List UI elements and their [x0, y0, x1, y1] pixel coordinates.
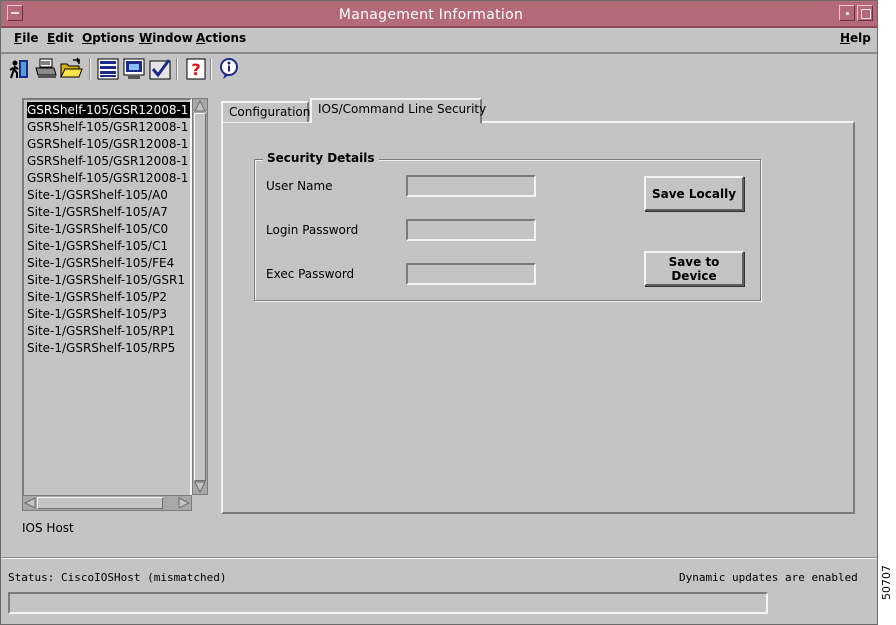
window-title: Management Information: [338, 7, 524, 23]
figure-id: 50707: [880, 565, 893, 600]
exec-password-input[interactable]: [406, 263, 536, 285]
selected-host-type-label: IOS Host: [22, 521, 74, 535]
list-item[interactable]: Site-1/GSRShelf-105/RP5: [27, 340, 190, 356]
list-item[interactable]: Site-1/GSRShelf-105/C0: [27, 221, 190, 237]
menu-edit[interactable]: Edit: [47, 31, 74, 45]
toolbar-separator: [176, 58, 178, 80]
list-item[interactable]: Site-1/GSRShelf-105/FE4: [27, 255, 190, 271]
tree-vertical-scroll-thumb[interactable]: [194, 113, 206, 481]
scroll-left-icon[interactable]: [23, 496, 37, 510]
toolbar: ?: [1, 54, 877, 86]
list-item[interactable]: GSRShelf-105/GSR12008-1: [27, 170, 190, 186]
status-separator: [1, 557, 877, 559]
maximize-button[interactable]: [857, 5, 873, 21]
login-password-input[interactable]: [406, 219, 536, 241]
list-item[interactable]: GSRShelf-105/GSR12008-1: [27, 102, 190, 118]
check-icon[interactable]: [148, 57, 172, 81]
list-item[interactable]: Site-1/GSRShelf-105/RP1: [27, 323, 190, 339]
scroll-right-icon[interactable]: [177, 496, 191, 510]
help-icon[interactable]: ?: [184, 57, 208, 81]
list-item[interactable]: GSRShelf-105/GSR12008-1: [27, 153, 190, 169]
menu-file[interactable]: File: [14, 31, 39, 45]
list-item[interactable]: Site-1/GSRShelf-105/GSR1: [27, 272, 190, 288]
toolbar-separator: [210, 58, 212, 80]
list-item[interactable]: Site-1/GSRShelf-105/A7: [27, 204, 190, 220]
list-item[interactable]: GSRShelf-105/GSR12008-1: [27, 119, 190, 135]
tree-vertical-scrollbar[interactable]: [192, 98, 208, 495]
tree-horizontal-scrollbar[interactable]: [22, 495, 192, 511]
tab-configuration[interactable]: Configuration: [221, 101, 310, 122]
menu-actions[interactable]: Actions: [196, 31, 246, 45]
list-icon[interactable]: [96, 57, 120, 81]
menu-options[interactable]: Options: [82, 31, 135, 45]
management-information-window: Management Information File Edit Options…: [0, 0, 878, 625]
user-name-input[interactable]: [406, 175, 536, 197]
progress-bar: [8, 592, 768, 614]
device-tree-list[interactable]: GSRShelf-105/GSR12008-1 GSRShelf-105/GSR…: [22, 98, 192, 511]
menu-bar: File Edit Options Window Actions Help: [1, 28, 877, 54]
list-item[interactable]: GSRShelf-105/GSR12008-1: [27, 136, 190, 152]
title-bar[interactable]: Management Information: [1, 1, 877, 28]
menu-window[interactable]: Window: [139, 31, 193, 45]
open-folder-icon[interactable]: [59, 57, 83, 81]
minimize-button[interactable]: [839, 5, 855, 21]
exec-password-label: Exec Password: [266, 267, 355, 281]
exit-icon[interactable]: [8, 57, 32, 81]
list-item[interactable]: Site-1/GSRShelf-105/P2: [27, 289, 190, 305]
login-password-label: Login Password: [266, 223, 359, 237]
tab-ios-command-line-security[interactable]: IOS/Command Line Security: [310, 98, 486, 123]
scroll-down-icon[interactable]: [193, 480, 207, 494]
security-details-title: Security Details: [263, 151, 379, 165]
menu-help[interactable]: Help: [840, 31, 871, 45]
monitor-icon[interactable]: [122, 57, 146, 81]
list-item[interactable]: Site-1/GSRShelf-105/P3: [27, 306, 190, 322]
toolbar-separator: [89, 58, 91, 80]
print-icon[interactable]: [34, 57, 58, 81]
status-text: Status: CiscoIOSHost (mismatched): [8, 571, 227, 584]
tree-horizontal-scroll-thumb[interactable]: [37, 497, 163, 509]
save-locally-button[interactable]: Save Locally: [644, 176, 744, 211]
scroll-up-icon[interactable]: [193, 99, 207, 113]
user-name-label: User Name: [266, 179, 333, 193]
dynamic-updates-text: Dynamic updates are enabled: [679, 571, 858, 584]
info-icon[interactable]: [217, 57, 241, 81]
list-item[interactable]: Site-1/GSRShelf-105/A0: [27, 187, 190, 203]
list-item[interactable]: Site-1/GSRShelf-105/C1: [27, 238, 190, 254]
save-to-device-button[interactable]: Save to Device: [644, 251, 744, 286]
svg-text:?: ?: [191, 60, 200, 79]
